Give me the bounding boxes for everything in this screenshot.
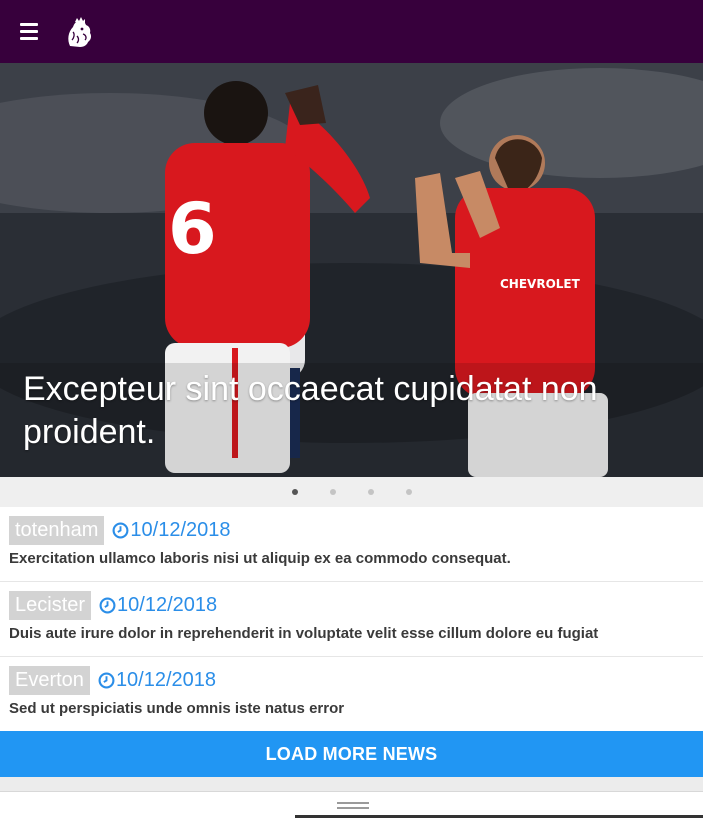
news-date: 10/12/2018 bbox=[112, 519, 231, 542]
news-list-item[interactable]: Lecister 10/12/2018 Duis aute irure dolo… bbox=[0, 582, 703, 657]
news-date-text: 10/12/2018 bbox=[117, 594, 218, 616]
hero-slide[interactable]: 6 CHEVROLET Excepteur sint occaecat cupi… bbox=[0, 63, 703, 477]
load-more-news-button[interactable]: LOAD MORE NEWS bbox=[0, 731, 703, 777]
carousel-dot-4[interactable] bbox=[405, 489, 412, 495]
news-tag[interactable]: Everton bbox=[9, 666, 90, 695]
carousel-dot-2[interactable] bbox=[329, 489, 336, 495]
clock-icon bbox=[99, 597, 116, 614]
carousel-dot-1[interactable] bbox=[291, 489, 298, 495]
news-title[interactable]: Exercitation ullamco laboris nisi ut ali… bbox=[9, 550, 511, 567]
news-tag[interactable]: totenham bbox=[9, 516, 105, 545]
carousel-indicators bbox=[0, 477, 703, 507]
news-date: 10/12/2018 bbox=[99, 594, 217, 617]
drag-handle-icon[interactable] bbox=[337, 802, 369, 810]
news-list-item[interactable]: totenham 10/12/2018 Exercitation ullamco… bbox=[0, 507, 703, 582]
svg-text:6: 6 bbox=[168, 188, 217, 270]
svg-text:CHEVROLET: CHEVROLET bbox=[500, 277, 581, 291]
news-date-text: 10/12/2018 bbox=[115, 669, 217, 691]
news-title[interactable]: Duis aute irure dolor in reprehenderit i… bbox=[9, 625, 598, 642]
hero-caption[interactable]: Excepteur sint occaecat cupidatat non pr… bbox=[23, 368, 643, 454]
news-tag[interactable]: Lecister bbox=[9, 591, 92, 620]
clock-icon bbox=[112, 522, 129, 539]
news-title[interactable]: Sed ut perspiciatis unde omnis iste natu… bbox=[9, 700, 344, 717]
top-navigation-bar bbox=[0, 0, 703, 63]
hamburger-menu-icon[interactable] bbox=[15, 17, 43, 45]
clock-icon bbox=[98, 672, 115, 689]
carousel-dot-3[interactable] bbox=[367, 489, 374, 495]
news-list-item[interactable]: Everton 10/12/2018 Sed ut perspiciatis u… bbox=[0, 657, 703, 732]
footer-spacer bbox=[0, 777, 703, 791]
premier-league-logo-icon[interactable] bbox=[58, 14, 100, 54]
news-date: 10/12/2018 bbox=[98, 669, 216, 692]
news-date-text: 10/12/2018 bbox=[130, 519, 231, 541]
